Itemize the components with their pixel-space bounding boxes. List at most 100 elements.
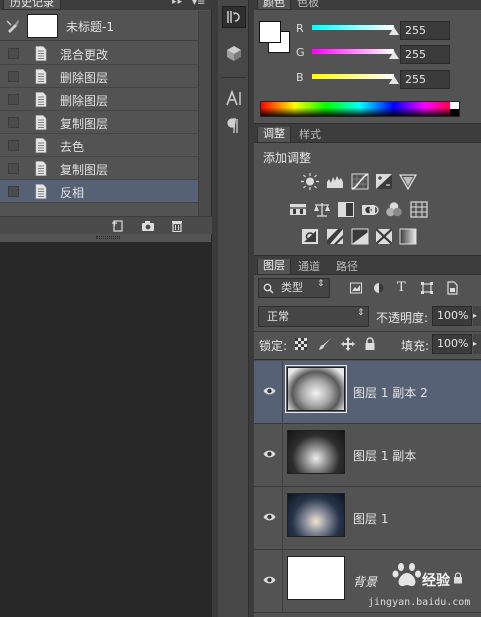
layer-row[interactable]: 图层 1	[254, 487, 481, 550]
lock-position-move-icon[interactable]	[341, 337, 355, 351]
invert-icon[interactable]	[301, 228, 319, 245]
posterize-icon[interactable]	[326, 228, 344, 245]
tab-styles[interactable]: 样式	[294, 128, 326, 142]
tab-layers[interactable]: 图层	[257, 259, 291, 275]
filter-pixel-icon[interactable]	[350, 282, 362, 294]
black-ramp-swatch[interactable]	[450, 109, 459, 116]
levels-icon[interactable]	[326, 173, 344, 190]
color-balance-icon[interactable]	[313, 201, 331, 218]
color-spectrum-ramp[interactable]	[260, 101, 460, 117]
photo-filter-icon[interactable]	[361, 201, 379, 218]
foreground-color-swatch[interactable]	[259, 21, 281, 43]
3d-cube-icon[interactable]	[222, 43, 246, 65]
tab-paths[interactable]: 路径	[331, 260, 363, 274]
filter-shape-icon[interactable]	[421, 282, 433, 294]
history-scrollbar[interactable]	[198, 11, 211, 216]
filter-type-icon[interactable]: T	[397, 280, 406, 295]
history-state-row[interactable]: 复制图层	[0, 157, 198, 180]
filter-adjustment-icon[interactable]	[373, 282, 385, 294]
history-state-row[interactable]: 删除图层	[0, 88, 198, 111]
hue-saturation-icon[interactable]	[289, 201, 307, 218]
history-state-row[interactable]: 去色	[0, 134, 198, 157]
lock-transparent-pixels-icon[interactable]	[295, 338, 307, 350]
eye-icon[interactable]	[263, 386, 276, 396]
watermark-url: jingyan.baidu.com	[368, 597, 471, 608]
history-state-row[interactable]: 反相	[0, 180, 198, 203]
history-brush-icon[interactable]	[6, 19, 20, 33]
color-panel: 颜色 色板 R 255 G 255 B 255	[254, 0, 481, 123]
trash-icon[interactable]	[170, 220, 184, 232]
fill-field[interactable]: 100%	[432, 334, 472, 354]
gradient-map-icon[interactable]	[399, 228, 417, 245]
black-white-icon[interactable]	[337, 201, 355, 218]
curves-icon[interactable]	[351, 173, 369, 190]
red-slider[interactable]	[312, 25, 394, 30]
white-ramp-swatch[interactable]	[450, 102, 459, 109]
exposure-icon[interactable]	[375, 173, 393, 190]
tab-adjustments[interactable]: 调整	[257, 127, 291, 143]
layer-row[interactable]: 图层 1 副本 2	[254, 361, 481, 424]
tab-channels[interactable]: 通道	[293, 260, 325, 274]
fill-dropdown-arrow[interactable]: ▸	[473, 334, 481, 354]
history-state-label: 混合更改	[60, 48, 109, 62]
visibility-column-divider	[282, 361, 283, 424]
green-slider[interactable]	[312, 49, 394, 54]
layer-row[interactable]: 图层 1 副本	[254, 424, 481, 487]
red-label: R	[296, 22, 304, 35]
blue-value-field[interactable]: 255	[400, 70, 450, 89]
tab-swatches[interactable]: 色板	[292, 0, 324, 10]
history-source-checkbox[interactable]	[8, 117, 19, 128]
history-state-row[interactable]: 混合更改	[0, 42, 198, 65]
layer-thumbnail	[287, 556, 345, 600]
red-slider-knob[interactable]	[389, 27, 399, 35]
history-snapshot[interactable]: 未标题-1	[0, 11, 198, 41]
document-state-icon	[35, 69, 47, 84]
history-source-checkbox[interactable]	[8, 163, 19, 174]
eye-icon[interactable]	[263, 449, 276, 459]
layer-name[interactable]: 图层 1 副本	[353, 447, 416, 464]
brightness-contrast-icon[interactable]	[301, 173, 319, 190]
red-value-field[interactable]: 255	[400, 21, 450, 40]
threshold-icon[interactable]	[351, 228, 369, 245]
lock-label: 锁定:	[259, 339, 288, 353]
visibility-column-divider	[282, 487, 283, 550]
color-lookup-icon[interactable]	[410, 201, 428, 218]
lock-image-pixels-brush-icon[interactable]	[318, 337, 332, 351]
layer-name[interactable]: 图层 1	[353, 510, 388, 527]
vibrance-icon[interactable]	[399, 173, 417, 190]
document-state-icon	[35, 92, 47, 107]
panel-menu-icon[interactable]: ▾≡	[192, 0, 205, 8]
tab-color[interactable]: 颜色	[257, 0, 291, 10]
eye-icon[interactable]	[263, 575, 276, 585]
history-resize-grip[interactable]	[96, 236, 120, 239]
lock-all-icon[interactable]	[364, 337, 376, 351]
opacity-dropdown-arrow[interactable]: ▸	[473, 306, 481, 326]
blue-slider[interactable]	[312, 74, 394, 79]
history-source-checkbox[interactable]	[8, 140, 19, 151]
selective-color-icon[interactable]	[375, 228, 393, 245]
green-value-field[interactable]: 255	[400, 45, 450, 64]
character-panel-icon[interactable]	[222, 88, 246, 110]
collapse-icon[interactable]: ▸▸	[172, 0, 183, 7]
paragraph-panel-icon[interactable]	[222, 115, 246, 137]
history-state-row[interactable]: 删除图层	[0, 65, 198, 88]
channel-mixer-icon[interactable]	[385, 201, 403, 218]
history-source-checkbox[interactable]	[8, 94, 19, 105]
eye-icon[interactable]	[263, 512, 276, 522]
history-source-checkbox[interactable]	[8, 186, 19, 197]
camera-icon[interactable]	[141, 220, 155, 232]
history-state-label: 删除图层	[60, 71, 109, 85]
new-document-from-state-icon[interactable]	[111, 220, 125, 232]
layer-thumbnail	[287, 493, 345, 537]
blend-mode-select[interactable]: 正常	[258, 306, 369, 327]
history-source-checkbox[interactable]	[8, 71, 19, 82]
opacity-field[interactable]: 100%	[432, 306, 472, 326]
history-panel-icon[interactable]	[222, 6, 246, 28]
filter-smart-object-icon[interactable]	[446, 281, 458, 295]
tab-history[interactable]: 历史记录	[3, 0, 61, 10]
green-slider-knob[interactable]	[389, 51, 399, 59]
history-state-row[interactable]: 复制图层	[0, 111, 198, 134]
layer-name[interactable]: 图层 1 副本 2	[353, 384, 428, 401]
history-source-checkbox[interactable]	[8, 48, 19, 59]
blue-slider-knob[interactable]	[389, 76, 399, 84]
